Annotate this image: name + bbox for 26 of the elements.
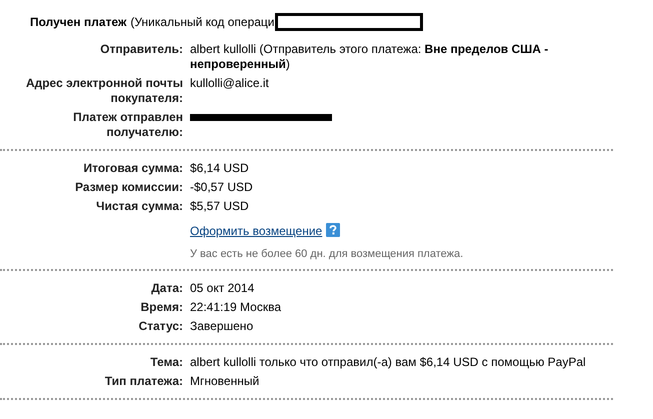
field-label: Адрес электронной почты покупателя:	[24, 76, 183, 106]
refund-note: У вас есть не более 60 дн. для возмещения платежа.	[190, 247, 464, 262]
field-label: Тема:	[149, 355, 183, 370]
field-value: Завершено	[190, 319, 254, 334]
field-value: albert kullolli (Отправитель этого платежа: Вне пределов США - непроверенный)	[190, 42, 550, 72]
field-value: $6,14 USD	[190, 161, 249, 176]
header-note: (Уникальный код операци	[130, 14, 275, 30]
help-icon[interactable]	[326, 223, 340, 237]
refund-link[interactable]: Оформить возмещение	[190, 224, 322, 238]
field-label: Тип платежа:	[104, 374, 183, 389]
field-value: $5,57 USD	[190, 199, 249, 214]
header-title: Получен платеж	[30, 14, 126, 30]
field-value: -$0,57 USD	[190, 180, 253, 195]
field-value: Мгновенный	[190, 374, 260, 389]
field-value: 22:41:19 Москва	[190, 300, 282, 315]
field-label: Дата:	[150, 281, 183, 296]
field-label: Размер комиссии:	[74, 180, 183, 195]
field-label: Статус:	[138, 319, 183, 334]
field-label: Время:	[140, 300, 183, 315]
field-value: albert kullolli только что отправил(-а) вам $6,14 USD с помощью PayPal	[190, 355, 586, 370]
field-label: Отправитель:	[99, 42, 183, 58]
field-label: Чистая сумма:	[95, 199, 183, 214]
field-label: Платеж отправлен получателю:	[72, 110, 183, 140]
field-value: kullolli@alice.it	[190, 76, 269, 92]
field-label: Итоговая сумма:	[82, 161, 183, 176]
field-value: 05 окт 2014	[190, 281, 254, 296]
